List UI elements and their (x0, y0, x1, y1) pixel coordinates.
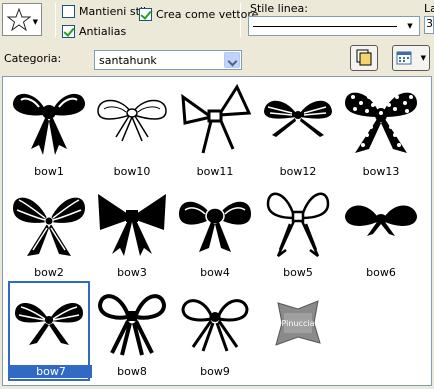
bow1-thumbnail (12, 93, 86, 155)
watermark-thumbnail: Pinuccia (275, 300, 321, 346)
bow3-thumbnail (98, 194, 166, 256)
gallery-item-label: bow3 (117, 266, 147, 279)
categoria-label: Categoria: (4, 52, 62, 65)
toolbar: ▼ Mantieni stile Crea come vettore Antia… (0, 0, 434, 40)
bow11-thumbnail (181, 83, 252, 154)
gallery-item-bow13[interactable]: bow13 (340, 81, 422, 181)
bow5-thumbnail (266, 192, 330, 257)
gallery-item-label: bow13 (362, 165, 400, 178)
bow6-thumbnail (345, 205, 417, 236)
gallery-item-label: bow2 (34, 266, 64, 279)
dropdown-arrow-icon: ▼ (407, 22, 413, 30)
gallery-item-label: bow5 (283, 266, 313, 279)
antialias-checkbox[interactable]: Antialias (62, 24, 126, 38)
copy-button[interactable] (350, 45, 378, 71)
bow13-thumbnail (345, 92, 417, 153)
gallery-item-bow7[interactable]: bow7 (8, 281, 92, 381)
toolbar-separator (240, 3, 241, 37)
bow8-thumbnail (97, 294, 167, 356)
categoria-select[interactable]: santahunk (94, 50, 242, 70)
gallery-item-label: bow10 (113, 165, 151, 178)
gallery-item-label: bow8 (117, 365, 147, 378)
checkbox-box (62, 24, 75, 38)
larghezza-label: La (424, 2, 434, 15)
line-style-preview (253, 26, 397, 27)
gallery-item-bow2[interactable]: bow2 (8, 182, 90, 282)
gallery-item-bow4[interactable]: bow4 (174, 182, 256, 282)
gallery-item-label: bow12 (279, 165, 317, 178)
watermark-text: Pinuccia (282, 319, 315, 328)
copy-icon (356, 49, 372, 66)
gallery-item-bow10[interactable]: bow10 (91, 81, 173, 181)
bow4-thumbnail (179, 201, 251, 252)
gallery-item-label: bow6 (366, 266, 396, 279)
gallery-item-bow11[interactable]: bow11 (174, 81, 256, 181)
checkbox-label: Antialias (79, 24, 127, 38)
view-options-button[interactable]: ▼ (392, 45, 430, 71)
stile-linea-label: Stile linea: (250, 2, 308, 15)
gallery-item-label: bow11 (196, 165, 234, 178)
stile-linea-select[interactable]: ▼ (248, 16, 420, 36)
toolbar-separator (55, 3, 56, 37)
bow2-thumbnail (13, 197, 85, 256)
bow7-thumbnail (15, 302, 83, 345)
larghezza-input[interactable]: 3 (424, 16, 434, 34)
star-icon (6, 7, 32, 32)
gallery-item-bow9[interactable]: bow9 (174, 281, 256, 381)
chevron-down-icon[interactable] (224, 52, 240, 68)
thumbnail-view-icon (396, 51, 412, 65)
gallery-item-bow1[interactable]: bow1 (8, 81, 90, 181)
dropdown-arrow-icon: ▼ (32, 18, 38, 26)
gallery-item-bow5[interactable]: bow5 (257, 182, 339, 282)
checkbox-label: Crea come vettore (156, 7, 259, 21)
preset-shape-picker[interactable]: ▼ (2, 3, 42, 36)
bow10-thumbnail (97, 99, 167, 142)
gallery-item-bow3[interactable]: bow3 (91, 182, 173, 282)
gallery-item-label: bow9 (200, 365, 230, 378)
checkbox-box (62, 4, 75, 18)
checkbox-box (139, 7, 152, 21)
categoria-value: santahunk (99, 54, 157, 67)
gallery-item-watermark[interactable]: Pinuccia (257, 281, 339, 381)
bow9-thumbnail (181, 299, 249, 352)
gallery-item-bow6[interactable]: bow6 (340, 182, 422, 282)
gallery-item-bow12[interactable]: bow12 (257, 81, 339, 181)
gallery-item-label: bow7 (10, 365, 92, 378)
bow12-thumbnail (264, 100, 332, 137)
gallery-item-label: bow4 (200, 266, 230, 279)
shape-gallery[interactable]: bow1 bow10 bow11 bow12 bow13 bow2 bow3 b… (2, 76, 432, 386)
gallery-item-bow8[interactable]: bow8 (91, 281, 173, 381)
gallery-item-label: bow1 (34, 165, 64, 178)
dropdown-arrow-icon: ▼ (420, 54, 426, 62)
